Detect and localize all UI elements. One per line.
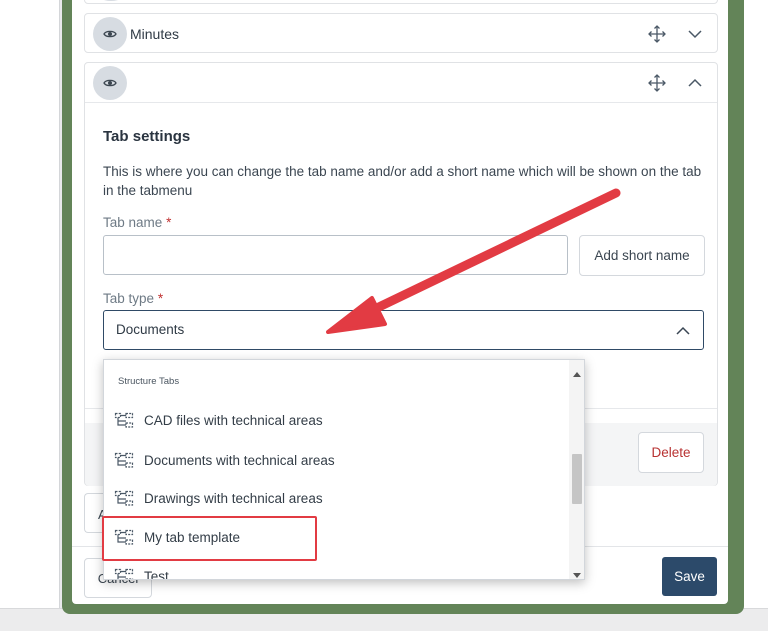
dropdown-option-label: Documents with technical areas — [144, 453, 335, 468]
dropdown-option-label: Drawings with technical areas — [144, 491, 323, 506]
dropdown-option[interactable]: Test — [104, 559, 570, 580]
chevron-up-icon[interactable] — [673, 321, 693, 341]
tab-settings-description: This is where you can change the tab nam… — [103, 164, 702, 198]
tab-type-select[interactable]: Documents — [103, 310, 704, 350]
eye-icon[interactable] — [95, 0, 127, 1]
dropdown-option-label: CAD files with technical areas — [144, 413, 323, 428]
save-button[interactable]: Save — [662, 557, 717, 596]
left-panel — [0, 0, 60, 608]
tab-name-input[interactable] — [103, 235, 568, 275]
move-arrows-icon[interactable] — [647, 24, 667, 44]
tab-title: Minutes — [130, 26, 180, 42]
dropdown-option-label: My tab template — [144, 530, 241, 545]
dropdown-option-label: Test — [144, 569, 169, 580]
tab-card-header[interactable] — [85, 63, 717, 103]
required-marker: * — [157, 291, 164, 306]
delete-button[interactable]: Delete — [638, 432, 704, 473]
dropdown-option-highlighted[interactable]: My tab template — [104, 520, 570, 556]
scroll-up-icon[interactable] — [573, 364, 581, 382]
add-short-name-button[interactable]: Add short name — [579, 235, 705, 276]
dropdown-option[interactable]: Documents with technical areas — [104, 443, 570, 479]
scrollbar-thumb[interactable] — [572, 454, 582, 504]
right-background — [744, 0, 768, 608]
dropdown-option[interactable]: Drawings with technical areas — [104, 481, 570, 517]
eye-icon[interactable] — [93, 17, 127, 51]
tab-card-header[interactable]: Minutes — [85, 14, 717, 54]
tab-name-label-text: Tab name — [103, 215, 163, 230]
dropdown-group-label: Structure Tabs — [118, 376, 180, 387]
structure-tab-icon — [114, 529, 134, 547]
tab-card-minutes: Minutes — [84, 13, 718, 53]
structure-tab-icon — [114, 452, 134, 470]
tab-name-label: Tab name * — [103, 215, 171, 230]
tab-settings-heading: Tab settings — [103, 128, 191, 145]
tab-type-dropdown: Structure Tabs CAD files with technical … — [103, 359, 585, 580]
move-arrows-icon[interactable] — [647, 73, 667, 93]
eye-icon[interactable] — [93, 66, 127, 100]
tab-type-selected-value: Documents — [116, 322, 185, 337]
tab-type-label-text: Tab type — [103, 291, 155, 306]
structure-tab-icon — [114, 568, 134, 579]
scroll-down-icon[interactable] — [573, 566, 581, 579]
tab-card-previous[interactable] — [84, 0, 718, 4]
structure-tab-icon — [114, 490, 134, 508]
dropdown-option[interactable]: CAD files with technical areas — [104, 403, 570, 439]
structure-tab-icon — [114, 412, 134, 430]
chevron-up-icon[interactable] — [685, 73, 705, 93]
required-marker: * — [166, 215, 172, 230]
tab-type-label: Tab type * — [103, 291, 163, 306]
chevron-down-icon[interactable] — [685, 24, 705, 44]
dropdown-scrollbar[interactable] — [569, 360, 584, 579]
